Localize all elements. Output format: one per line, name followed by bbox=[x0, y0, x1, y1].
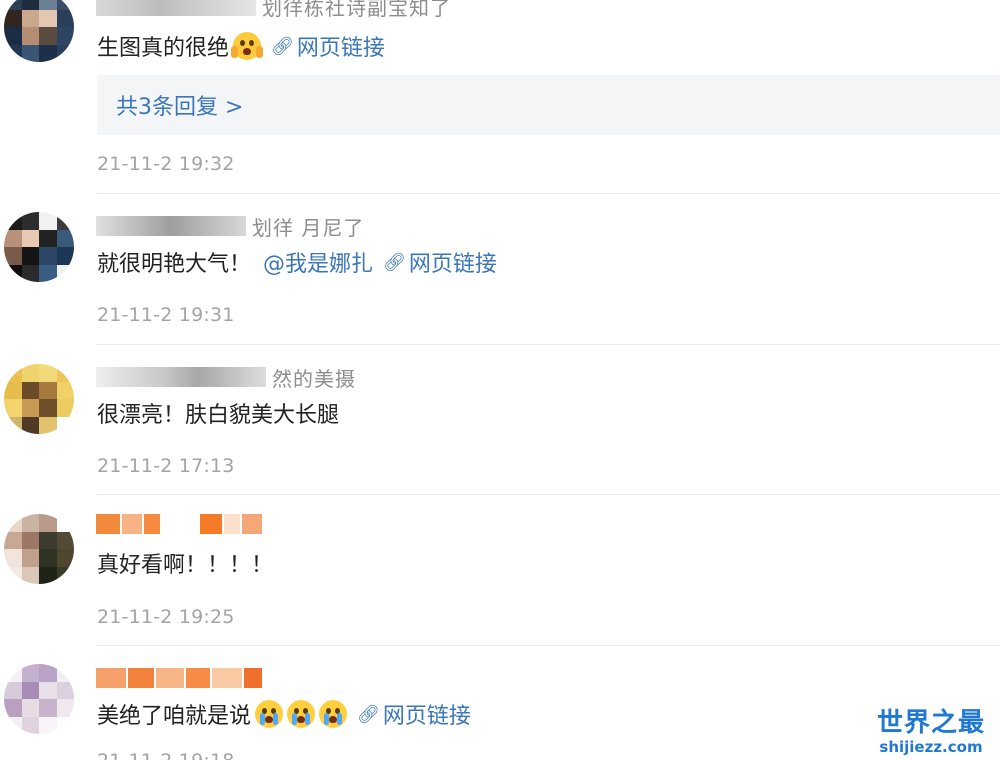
web-link-label: 网页链接 bbox=[408, 252, 497, 277]
username-text: 然的美摄 bbox=[272, 366, 356, 391]
comment-text: 很漂亮！肤白貌美大长腿 bbox=[97, 403, 340, 428]
divider bbox=[97, 645, 1000, 646]
blurred-username-block bbox=[144, 514, 160, 534]
divider bbox=[97, 494, 1000, 495]
username[interactable]: 然的美摄 bbox=[96, 365, 356, 391]
scream-face-emoji bbox=[231, 32, 264, 60]
comment-text-row: 就很明艳大气！ @我是娜扎 🔗︎ 网页链接 bbox=[97, 245, 497, 279]
comment-text: 美绝了咱就是说 bbox=[97, 704, 252, 729]
blurred-username-gap bbox=[162, 514, 198, 534]
blurred-username bbox=[96, 668, 126, 688]
web-link[interactable]: 🔗︎ 网页链接 bbox=[357, 698, 471, 730]
comment-text-row: 生图真的很绝 🔗︎ 网页链接 bbox=[97, 29, 385, 63]
username[interactable]: 划徉栋社诗副宝知了 bbox=[96, 0, 451, 20]
username[interactable] bbox=[96, 666, 262, 690]
username-text: 划徉栋社诗副宝知了 bbox=[262, 0, 451, 20]
blurred-username-block bbox=[128, 668, 154, 688]
timestamp: 21-11-2 19:18 bbox=[97, 750, 235, 760]
blurred-username bbox=[96, 0, 256, 16]
comment-feed: 划徉栋社诗副宝知了 生图真的很绝 🔗︎ 网页链接 共3条回复 > 21-11-2… bbox=[0, 0, 1000, 760]
username-text: 划徉 月尼了 bbox=[252, 215, 365, 240]
web-link-label: 网页链接 bbox=[382, 704, 471, 729]
comment-text: 就很明艳大气！ bbox=[97, 252, 252, 277]
timestamp: 21-11-2 19:25 bbox=[97, 606, 235, 628]
web-link-label: 网页链接 bbox=[296, 36, 385, 61]
blurred-username-block bbox=[200, 514, 222, 534]
comment-text: 真好看啊！！！！ bbox=[97, 553, 274, 578]
blurred-username bbox=[96, 367, 266, 387]
divider bbox=[97, 193, 1000, 194]
replies-count-link[interactable]: 共3条回复 > bbox=[116, 89, 243, 121]
replies-box[interactable]: 共3条回复 > bbox=[97, 75, 1000, 135]
comment-text: 生图真的很绝 bbox=[97, 36, 230, 61]
avatar[interactable] bbox=[4, 212, 74, 282]
link-icon: 🔗︎ bbox=[383, 251, 406, 273]
watermark-url: shijiezz.com bbox=[879, 738, 983, 756]
timestamp: 21-11-2 19:31 bbox=[97, 304, 235, 326]
divider bbox=[97, 344, 1000, 345]
avatar[interactable] bbox=[4, 514, 74, 584]
blurred-username-block bbox=[224, 514, 240, 534]
loudly-crying-face-emoji bbox=[287, 700, 316, 728]
blurred-username bbox=[96, 514, 120, 534]
loudly-crying-face-emoji bbox=[319, 700, 348, 728]
blurred-username-block bbox=[186, 668, 210, 688]
blurred-username bbox=[96, 216, 246, 236]
comment-text-row: 真好看啊！！！！ bbox=[97, 546, 273, 580]
timestamp: 21-11-2 19:32 bbox=[97, 153, 235, 175]
timestamp: 21-11-2 17:13 bbox=[97, 455, 235, 477]
web-link[interactable]: 🔗︎ 网页链接 bbox=[383, 246, 497, 278]
blurred-username-block bbox=[244, 668, 262, 688]
username[interactable] bbox=[96, 512, 262, 536]
avatar[interactable] bbox=[4, 364, 74, 434]
blurred-username-block bbox=[122, 514, 142, 534]
avatar[interactable] bbox=[4, 0, 74, 62]
blurred-username-block bbox=[242, 514, 262, 534]
user-mention-link[interactable]: @我是娜扎 bbox=[263, 246, 373, 278]
username[interactable]: 划徉 月尼了 bbox=[96, 214, 365, 240]
link-icon: 🔗︎ bbox=[357, 703, 380, 725]
site-watermark: 世界之最 shijiezz.com bbox=[872, 708, 990, 756]
loudly-crying-face-emoji bbox=[255, 700, 284, 728]
comment-text-row: 美绝了咱就是说 🔗︎ 网页链接 bbox=[97, 697, 471, 731]
comment-text-row: 很漂亮！肤白貌美大长腿 bbox=[97, 396, 339, 430]
web-link[interactable]: 🔗︎ 网页链接 bbox=[271, 30, 385, 62]
blurred-username-block bbox=[212, 668, 242, 688]
blurred-username-block bbox=[156, 668, 184, 688]
watermark-title: 世界之最 bbox=[876, 708, 985, 738]
link-icon: 🔗︎ bbox=[271, 35, 294, 57]
avatar[interactable] bbox=[4, 664, 74, 734]
